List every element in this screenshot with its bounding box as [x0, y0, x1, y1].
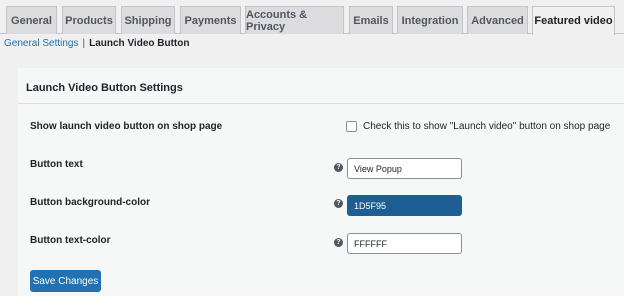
- help-icon[interactable]: ?: [334, 199, 343, 208]
- breadcrumb-separator: |: [82, 38, 86, 49]
- tab-accounts-privacy[interactable]: Accounts & Privacy: [245, 6, 344, 34]
- tab-advanced[interactable]: Advanced: [467, 6, 528, 34]
- button-text-color-input[interactable]: FFFFFF: [347, 233, 462, 254]
- title-divider: [18, 103, 624, 104]
- breadcrumb: General Settings | Launch Video Button: [4, 38, 189, 49]
- tab-payments[interactable]: Payments: [180, 6, 241, 34]
- settings-tabs: General Products Shipping Payments Accou…: [0, 0, 624, 35]
- save-changes-button[interactable]: Save Changes: [30, 270, 101, 292]
- button-bg-color-input[interactable]: 1D5F95: [347, 195, 462, 216]
- button-text-input[interactable]: View Popup: [347, 158, 462, 179]
- tab-featured-video[interactable]: Featured video: [532, 6, 615, 35]
- help-icon[interactable]: ?: [334, 238, 343, 247]
- button-text-color-label: Button text-color: [30, 235, 111, 246]
- show-button-checkbox-label[interactable]: Check this to show "Launch video" button…: [363, 121, 610, 132]
- button-text-label: Button text: [30, 159, 83, 170]
- button-bg-color-label: Button background-color: [30, 197, 150, 208]
- general-settings-link[interactable]: General Settings: [4, 38, 79, 49]
- breadcrumb-current: Launch Video Button: [89, 38, 190, 49]
- section-title: Launch Video Button Settings: [26, 82, 183, 94]
- tab-emails[interactable]: Emails: [349, 6, 393, 34]
- show-button-label: Show launch video button on shop page: [30, 121, 223, 132]
- show-button-checkbox[interactable]: [346, 121, 357, 132]
- help-icon[interactable]: ?: [334, 163, 343, 172]
- tab-general[interactable]: General: [6, 6, 57, 34]
- tab-products[interactable]: Products: [62, 6, 116, 34]
- tab-shipping[interactable]: Shipping: [121, 6, 175, 34]
- tab-integration[interactable]: Integration: [397, 6, 463, 34]
